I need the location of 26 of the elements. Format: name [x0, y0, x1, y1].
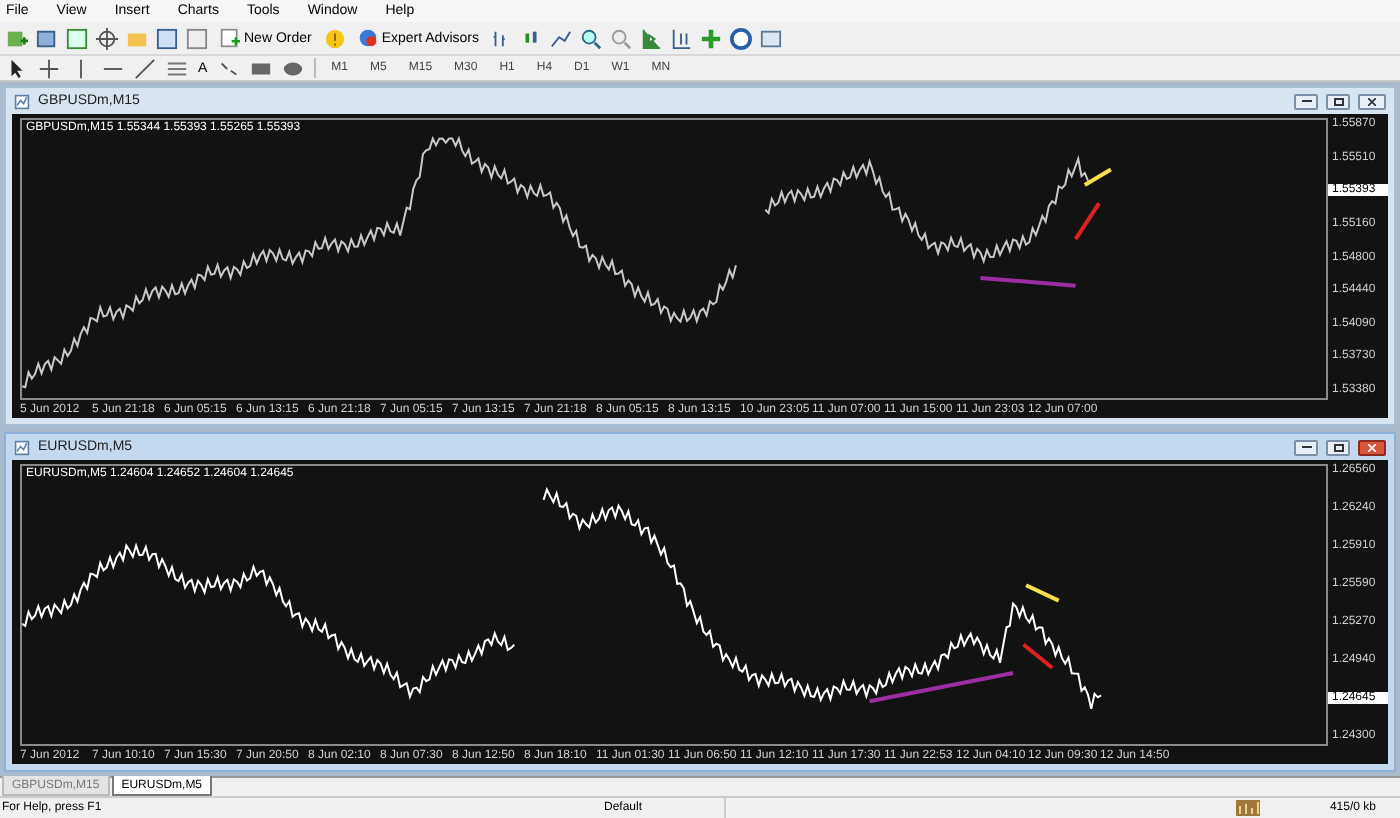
crosshair-icon[interactable]: [38, 57, 60, 79]
zoom-in-icon[interactable]: [580, 27, 603, 49]
candlestick-icon[interactable]: [520, 27, 543, 49]
trend-line[interactable]: [869, 670, 1014, 704]
new-chart-icon[interactable]: [6, 27, 28, 49]
crosshair-icon[interactable]: [96, 27, 118, 49]
close-icon: [1368, 443, 1376, 451]
expert-advisors-icon: [357, 28, 378, 48]
ellipse-icon[interactable]: [281, 57, 304, 79]
new-order-icon: [220, 28, 240, 48]
warning-icon[interactable]: [323, 27, 346, 49]
line-chart-icon[interactable]: [550, 27, 573, 49]
chart-window-icon: [14, 93, 30, 109]
maximize-button[interactable]: [1326, 439, 1350, 455]
trendline-icon[interactable]: [134, 57, 156, 79]
close-button[interactable]: [1358, 439, 1386, 455]
minimize-button[interactable]: [1294, 439, 1318, 455]
chart-window-icon: [14, 439, 30, 455]
connection-bars-icon: [1236, 800, 1260, 816]
cursor-icon[interactable]: [6, 57, 28, 79]
channel-icon[interactable]: [166, 57, 188, 79]
minimize-button[interactable]: [1294, 93, 1318, 109]
close-icon: [1368, 97, 1376, 105]
maximize-button[interactable]: [1326, 93, 1350, 109]
close-button[interactable]: [1358, 93, 1386, 109]
trend-line[interactable]: [1022, 643, 1054, 670]
